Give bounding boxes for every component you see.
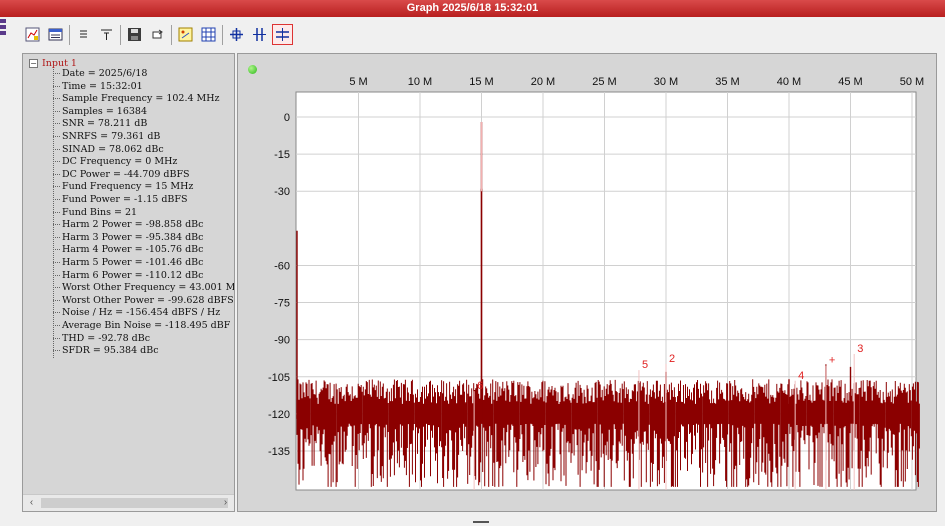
harmonic-marker-label: 2 xyxy=(669,353,675,365)
measurement-tree-panel: − Input 1 Date = 2025/6/18 Time = 15:32:0… xyxy=(22,53,235,512)
spectrum-plot[interactable]: 5 M 10 M 15 M 20 M 25 M 30 M 35 M 40 M 45 M 50 M 0… xyxy=(238,54,936,511)
tree-item[interactable]: Harm 5 Power = -101.46 dBc xyxy=(53,257,203,270)
tree-item[interactable]: Fund Bins = 21 xyxy=(53,207,137,220)
x-tick-label: 25 M xyxy=(592,76,616,88)
toolbar-separator xyxy=(69,24,70,45)
collapse-icon[interactable]: − xyxy=(29,58,38,68)
x-tick-label: 20 M xyxy=(531,76,555,88)
tree-item[interactable]: SNR = 78.211 dB xyxy=(53,118,147,131)
table-view-icon xyxy=(48,28,63,41)
spectrum-graph-panel: 5 M 10 M 15 M 20 M 25 M 30 M 35 M 40 M 45 M 50 M 0… xyxy=(237,53,937,512)
text-list-icon xyxy=(80,30,87,38)
measurement-tree: − Input 1 Date = 2025/6/18 Time = 15:32:0… xyxy=(23,54,234,494)
tree-item[interactable]: DC Frequency = 0 MHz xyxy=(53,156,177,169)
y-tick-label: -30 xyxy=(274,186,290,198)
export-icon xyxy=(152,29,163,39)
highlight-button[interactable] xyxy=(175,24,196,45)
toolbar-separator xyxy=(171,24,172,45)
graph-properties-icon xyxy=(25,27,40,42)
zoom-y-icon xyxy=(276,28,289,41)
tree-root-label: Input 1 xyxy=(42,57,77,69)
format-text-icon xyxy=(101,29,112,40)
grid-button[interactable] xyxy=(198,24,219,45)
tree-item[interactable]: Harm 6 Power = -110.12 dBc xyxy=(53,270,203,283)
toolbar-separator xyxy=(120,24,121,45)
resize-grip[interactable] xyxy=(473,521,489,523)
table-view-button[interactable] xyxy=(45,24,66,45)
tree-item[interactable]: DC Power = -44.709 dBFS xyxy=(53,169,190,182)
format-text-button[interactable] xyxy=(96,24,117,45)
harmonic-marker-label: 4 xyxy=(798,370,804,382)
scroll-left-icon[interactable]: ‹ xyxy=(23,495,40,511)
export-button[interactable] xyxy=(147,24,168,45)
horizontal-scrollbar[interactable]: ‹ › xyxy=(23,494,234,511)
graph-window: Graph 2025/6/18 15:32:01 − Input 1 Date … xyxy=(0,0,945,526)
x-tick-label: 10 M xyxy=(408,76,432,88)
x-tick-label: 50 M xyxy=(900,76,924,88)
tree-item[interactable]: Samples = 16384 xyxy=(53,106,147,119)
tree-item[interactable]: Harm 3 Power = -95.384 dBc xyxy=(53,232,203,245)
tree-item[interactable]: Harm 4 Power = -105.76 dBc xyxy=(53,244,203,257)
edge-marks xyxy=(0,19,6,41)
y-tick-label: -90 xyxy=(274,335,290,347)
harmonic-marker-label: 3 xyxy=(857,343,863,355)
toolbar-separator xyxy=(222,24,223,45)
y-tick-label: -135 xyxy=(268,446,290,458)
tree-item[interactable]: Worst Other Frequency = 43.001 M xyxy=(53,282,234,295)
y-tick-label: -120 xyxy=(268,409,290,421)
zoom-x-icon xyxy=(253,28,266,41)
tree-item[interactable]: Sample Frequency = 102.4 MHz xyxy=(53,93,220,106)
zoom-y-button[interactable] xyxy=(272,24,293,45)
grid-icon xyxy=(201,27,216,42)
y-tick-label: -15 xyxy=(274,149,290,161)
text-list-button[interactable] xyxy=(73,24,94,45)
graph-properties-button[interactable] xyxy=(22,24,43,45)
scroll-right-icon[interactable]: › xyxy=(217,495,234,511)
highlight-icon xyxy=(178,27,193,42)
tree-item[interactable]: Fund Frequency = 15 MHz xyxy=(53,181,193,194)
scroll-thumb[interactable] xyxy=(41,498,228,508)
zoom-fit-icon xyxy=(230,28,243,41)
x-tick-label: 45 M xyxy=(838,76,862,88)
y-tick-label: -105 xyxy=(268,372,290,384)
harmonic-marker-label: + xyxy=(829,354,835,366)
tree-item[interactable]: Time = 15:32:01 xyxy=(53,81,143,94)
x-tick-label: 35 M xyxy=(715,76,739,88)
harmonic-marker-label: 5 xyxy=(642,359,648,371)
save-button[interactable] xyxy=(124,24,145,45)
tree-item[interactable]: Fund Power = -1.15 dBFS xyxy=(53,194,188,207)
window-title: Graph 2025/6/18 15:32:01 xyxy=(0,0,945,17)
y-tick-label: -60 xyxy=(274,260,290,272)
tree-item[interactable]: Noise / Hz = -156.454 dBFS / Hz xyxy=(53,307,220,320)
zoom-fit-button[interactable] xyxy=(226,24,247,45)
tree-item[interactable]: SNRFS = 79.361 dB xyxy=(53,131,160,144)
harmonic-marker-label: 6 xyxy=(477,380,483,392)
x-tick-label: 15 M xyxy=(469,76,493,88)
y-tick-label: 0 xyxy=(284,112,290,124)
y-tick-label: -75 xyxy=(274,298,290,310)
x-tick-label: 30 M xyxy=(654,76,678,88)
tree-item[interactable]: SINAD = 78.062 dBc xyxy=(53,144,164,157)
tree-item[interactable]: Date = 2025/6/18 xyxy=(53,68,147,81)
tree-item[interactable]: SFDR = 95.384 dBc xyxy=(53,345,159,358)
x-tick-label: 40 M xyxy=(777,76,801,88)
zoom-x-button[interactable] xyxy=(249,24,270,45)
tree-item[interactable]: Harm 2 Power = -98.858 dBc xyxy=(53,219,203,232)
toolbar xyxy=(22,22,295,47)
tree-item[interactable]: Average Bin Noise = -118.495 dBF xyxy=(53,320,230,333)
tree-item[interactable]: THD = -92.78 dBc xyxy=(53,333,150,346)
x-tick-label: 5 M xyxy=(349,76,367,88)
tree-item[interactable]: Worst Other Power = -99.628 dBFS xyxy=(53,295,234,308)
save-disk-icon xyxy=(128,28,141,41)
